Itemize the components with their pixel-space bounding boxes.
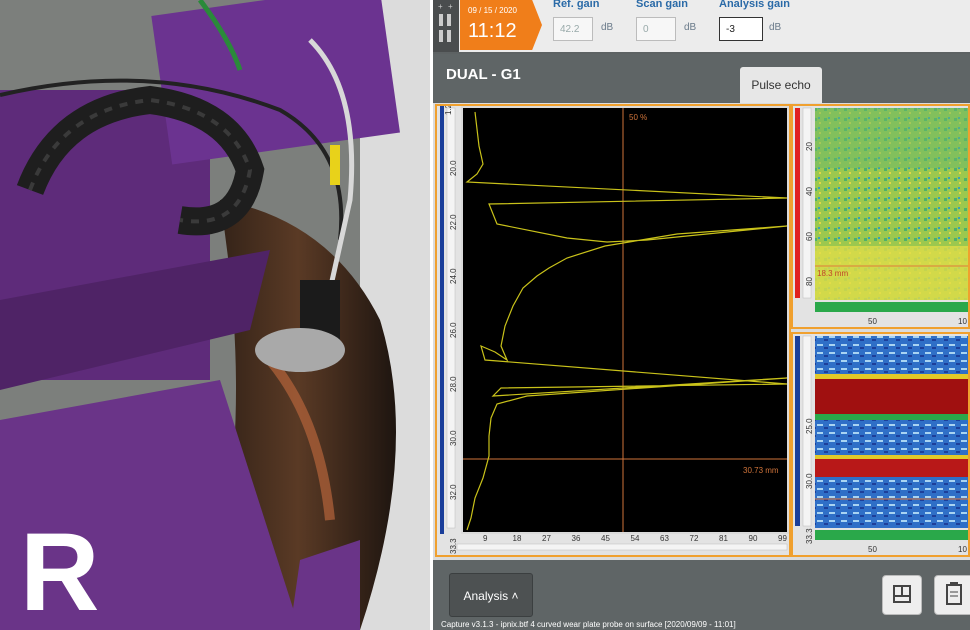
cscan-y-tick-label: 20	[805, 142, 814, 151]
bscan-y-tick-label: 25.0	[805, 418, 814, 434]
ascan-y-tick-label: 30.0	[449, 430, 458, 446]
ascan-x-tick-label: 81	[719, 534, 728, 543]
cscan-y-tick-label: 60	[805, 232, 814, 241]
ref-gain-label: Ref. gain	[553, 0, 600, 10]
report-button[interactable]	[934, 575, 970, 615]
time-label: 11:12	[468, 20, 517, 42]
scan-gain-unit: dB	[684, 22, 697, 33]
scan-gain-field[interactable]: 0	[636, 17, 676, 41]
frame-stamp: R	[20, 511, 99, 630]
cursor-label: 30.73 mm	[743, 466, 779, 475]
ascan-x-tick-label: 54	[631, 534, 640, 543]
date-label: 09 / 15 / 2020	[468, 6, 517, 15]
analysis-gain-unit: dB	[769, 22, 782, 33]
clock-display: 09 / 15 / 2020 11:12	[460, 0, 542, 50]
ascan-x-tick-label: 72	[690, 534, 699, 543]
cscan-depth-label: 18.3 mm	[817, 269, 848, 278]
ascan-x-tick-label: 18	[513, 534, 522, 543]
ascan-y-tick-label: 20.0	[449, 160, 458, 176]
ascan-y-tick-label: 28.0	[449, 376, 458, 392]
ascan-x-tick-label: 63	[660, 534, 669, 543]
ultrasonic-ui: + + 09 / 15 / 2020 11:12 Ref. gain 42.2 …	[433, 0, 970, 630]
cscan-panel[interactable]: 18.3 mm 20 40 60 80 50 10	[791, 104, 970, 329]
status-line: Capture v3.1.3 - ipnix.btf 4 curved wear…	[441, 620, 736, 629]
ascan-x-tick-label: 9	[483, 534, 488, 543]
svg-text:+: +	[448, 2, 453, 11]
ascan-y-tick-label: 24.0	[449, 268, 458, 284]
gate-label: 50 %	[629, 113, 647, 122]
bscan-x-tick-label: 50	[868, 545, 877, 554]
cscan-x-tick-label: 10	[958, 317, 967, 326]
inspection-photo-graphic: R	[0, 0, 430, 630]
svg-text:+: +	[438, 2, 443, 11]
clipboard-icon	[946, 582, 962, 605]
layout-icon	[893, 585, 911, 603]
cscan-y-tick-label: 40	[805, 187, 814, 196]
ref-gain-field[interactable]: 42.2	[553, 17, 593, 41]
menu-icon[interactable]: + +	[433, 0, 459, 52]
ascan-x-tick-label: 90	[749, 534, 758, 543]
scan-gain-label: Scan gain	[636, 0, 688, 10]
ascan-y-top: 1.2	[444, 106, 453, 115]
analysis-gain-label: Analysis gain	[719, 0, 790, 10]
ascan-x-tick-label: 27	[542, 534, 551, 543]
ascan-graphic: 50 % 30.73 mm 9 18 27 36 45 54 63 72 81 90 99 20.0…	[437, 103, 789, 555]
bscan-y-tick-label: 33.3	[805, 528, 814, 544]
cscan-graphic: 18.3 mm 20 40 60 80 50 10	[793, 106, 968, 327]
ascan-y-tick-label: 26.0	[449, 322, 458, 338]
ascan-y-tick-label: 33.3	[449, 538, 458, 554]
ref-gain-unit: dB	[601, 22, 614, 33]
chevron-up-icon: ˄	[511, 589, 519, 603]
layout-button[interactable]	[882, 575, 922, 615]
ascan-y-tick-label: 32.0	[449, 484, 458, 500]
ascan-x-tick-label: 99	[778, 534, 787, 543]
nav-column[interactable]: + +	[433, 0, 459, 52]
bscan-x-tick-label: 10	[958, 545, 967, 554]
bscan-panel[interactable]: 25.0 30.0 33.3 50 10	[791, 332, 970, 557]
cscan-x-tick-label: 50	[868, 317, 877, 326]
inspection-photo: R	[0, 0, 430, 630]
tab-pulse-echo[interactable]: Pulse echo	[740, 67, 822, 103]
ascan-y-tick-label: 22.0	[449, 214, 458, 230]
ascan-panel[interactable]: 50 % 30.73 mm 9 18 27 36 45 54 63 72 81 90 99 20.0…	[435, 103, 791, 557]
ascan-x-tick-label: 45	[601, 534, 610, 543]
mode-title: DUAL - G1	[446, 66, 521, 83]
bscan-graphic: 25.0 30.0 33.3 50 10	[793, 334, 968, 555]
analysis-gain-field[interactable]: -3	[719, 17, 763, 41]
analysis-button-label: Analysis	[463, 589, 509, 603]
analysis-button[interactable]: Analysis ˄	[449, 573, 533, 617]
cscan-y-tick-label: 80	[805, 277, 814, 286]
ascan-x-tick-label: 36	[572, 534, 581, 543]
bscan-y-tick-label: 30.0	[805, 473, 814, 489]
